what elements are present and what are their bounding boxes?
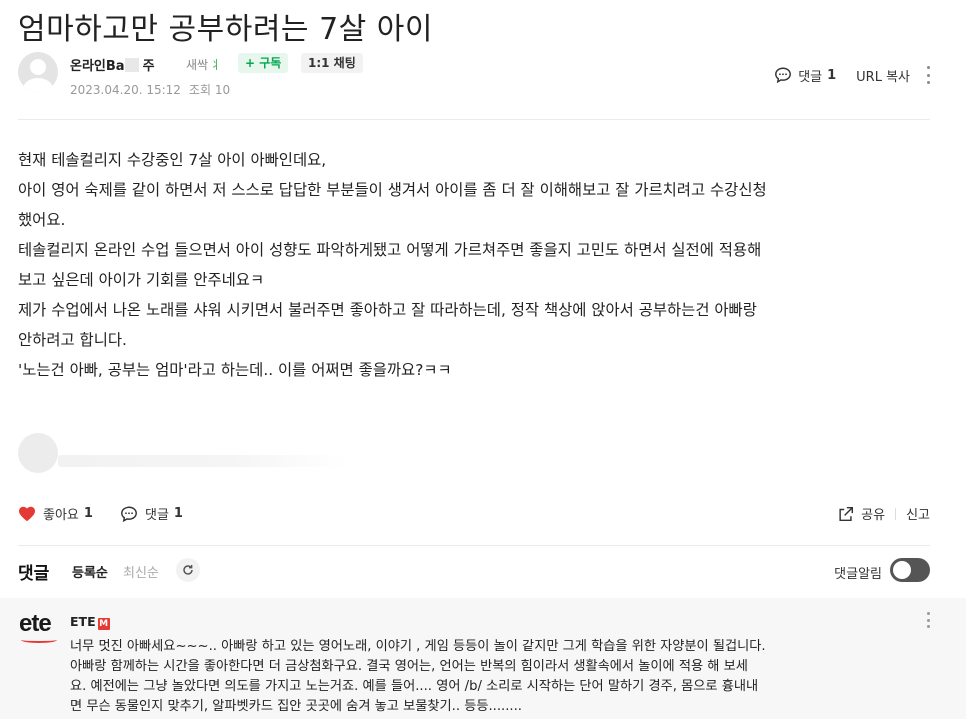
share-icon[interactable]	[837, 505, 855, 523]
post-body-line: '노는건 아빠, 공부는 엄마'라고 하는데.. 이를 어쩌면 좋을까요?ㅋㅋ	[18, 361, 452, 379]
post-body-line: 보고 싶은데 아이가 기회를 안주네요ㅋ	[18, 271, 265, 289]
top-comment-count: 1	[827, 67, 837, 83]
comment-icon	[121, 506, 137, 522]
post-body-line: 현재 테솔컬리지 수강중인 7살 아이 아빠인데요,	[18, 151, 327, 169]
commenter-logo-text: ete	[19, 610, 52, 637]
like-label: 좋아요	[43, 508, 79, 523]
comments-heading: 댓글	[18, 564, 50, 584]
signature-avatar	[18, 433, 58, 473]
comment-author[interactable]: ETE M	[70, 614, 110, 630]
comment-label: 댓글	[145, 508, 169, 523]
like-button[interactable]: 좋아요 1	[18, 504, 93, 523]
header-divider	[18, 119, 930, 120]
manager-badge-icon: M	[97, 618, 110, 630]
refresh-button[interactable]	[176, 558, 200, 582]
comment-text: 너무 멋진 아빠세요~~~.. 아빠랑 하고 있는 영어노래, 이야기 , 게임…	[70, 637, 920, 717]
post-body-line: 안하려고 합니다.	[18, 331, 127, 349]
post-body-line: 했어요.	[18, 211, 66, 229]
comment-icon[interactable]	[774, 66, 792, 84]
commenter-logo[interactable]: ete	[19, 610, 57, 643]
post-date: 2023.04.20. 15:12	[70, 83, 181, 97]
more-options-icon[interactable]	[926, 66, 930, 84]
actions-divider	[18, 545, 930, 546]
share-button[interactable]: 공유	[861, 504, 885, 523]
author-signature-blurred	[18, 433, 348, 473]
refresh-icon	[183, 565, 193, 575]
author-info: 온라인Ba 주 새싹 ⺦ + 구독 1:1 채팅 2023.04.20. 15:12…	[18, 52, 930, 100]
post-body-line: 제가 수업에서 나온 노래를 샤워 시키면서 불러주면 좋아하고 잘 따라하는데…	[18, 301, 757, 319]
subscribe-button[interactable]: + 구독	[238, 53, 289, 73]
signature-blurred-text	[58, 455, 348, 467]
comment-line: 면 무슨 동물인지 맞추기, 알파벳카드 집안 곳곳에 숨겨 놓고 보물찾기..…	[70, 699, 523, 714]
share-report-separator	[895, 507, 897, 520]
comments-header: 댓글 등록순 최신순 댓글알림	[18, 558, 930, 584]
chat-button[interactable]: 1:1 채팅	[301, 53, 363, 73]
like-count: 1	[83, 506, 93, 521]
post-body: 현재 테솔컬리지 수강중인 7살 아이 아빠인데요, 아이 영어 숙제를 같이 …	[18, 145, 948, 385]
post-body-line: 테솔컬리지 온라인 수업 들으면서 아이 성향도 파악하게됐고 어떻게 가르쳐주…	[18, 241, 762, 259]
comment-notify-toggle[interactable]	[890, 558, 930, 582]
member-grade-label: 새싹	[186, 58, 209, 72]
logo-swoosh	[21, 637, 57, 643]
author-avatar[interactable]	[18, 52, 58, 92]
sprout-icon: ⺦	[210, 58, 223, 72]
sort-latest-tab[interactable]: 최신순	[123, 562, 159, 581]
top-comment-label[interactable]: 댓글	[798, 66, 822, 85]
url-copy-button[interactable]: URL 복사	[856, 66, 910, 85]
comment-line: 아빠랑 함께하는 시간을 좋아한다면 더 금상첨화구요. 결국 영어는, 언어는…	[70, 659, 748, 674]
comment-more-icon[interactable]	[926, 612, 930, 628]
post-meta: 2023.04.20. 15:12 조회 10	[70, 81, 230, 98]
comment-notify-label: 댓글알림	[834, 567, 882, 582]
comment-item: ete ETE M 너무 멋진 아빠세요~~~.. 아빠랑 하고 있는 영어노래,…	[0, 598, 966, 719]
author-name-suffix: 주	[142, 59, 155, 74]
post-tools: 댓글 1 URL 복사	[774, 64, 930, 86]
comment-count: 1	[173, 506, 183, 521]
comment-button[interactable]: 댓글 1	[120, 504, 183, 523]
author-name-text: 온라인Ba	[70, 59, 125, 74]
heart-icon	[19, 506, 35, 521]
member-grade: 새싹 ⺦	[186, 56, 222, 73]
post-actions: 좋아요 1 댓글 1 공유 신고	[18, 504, 930, 526]
comment-author-name: ETE	[70, 614, 96, 629]
comment-line: 너무 멋진 아빠세요~~~.. 아빠랑 하고 있는 영어노래, 이야기 , 게임…	[70, 639, 766, 654]
post-body-line: 아이 영어 숙제를 같이 하면서 저 스스로 답답한 부분들이 생겨서 아이를 …	[18, 181, 767, 199]
sort-registered-tab[interactable]: 등록순	[72, 562, 108, 581]
author-name[interactable]: 온라인Ba 주	[70, 55, 155, 74]
report-button[interactable]: 신고	[906, 504, 930, 523]
post-title: 엄마하고만 공부하려는 7살 아이	[18, 12, 433, 47]
share-report-group: 공유 신고	[837, 504, 930, 523]
redacted-name-part	[124, 58, 139, 72]
comment-line: 요. 예전에는 그냥 놀았다면 의도를 가지고 노는거죠. 예를 들어.... …	[70, 679, 759, 694]
view-count: 조회 10	[188, 83, 231, 97]
